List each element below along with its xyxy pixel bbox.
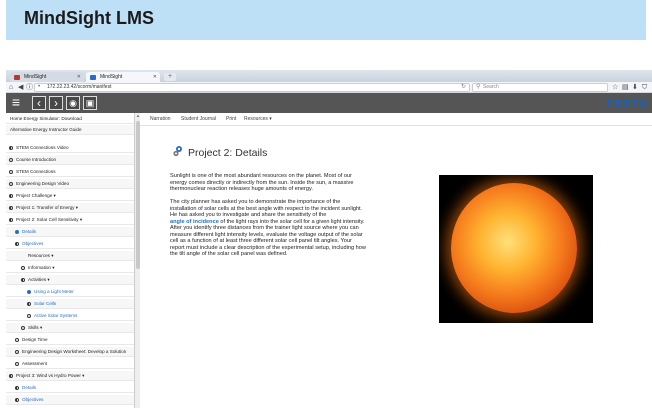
- brand-logo: FESTO: [606, 98, 648, 110]
- progress-icon: [21, 326, 25, 330]
- content-area: Narration Student Journal Print Resource…: [140, 113, 652, 408]
- sidebar-item-home-energy-download[interactable]: Home Energy Simulator: Download: [6, 114, 134, 124]
- chevron-right-icon[interactable]: ›: [49, 96, 63, 110]
- favicon-icon: [14, 75, 20, 80]
- back-icon[interactable]: ◀: [18, 83, 23, 92]
- search-field[interactable]: ⚲ Search: [472, 83, 608, 92]
- sidebar-item-instructor-guide[interactable]: Alternative Energy Instructor Guide: [6, 125, 134, 135]
- search-icon: ⚲: [476, 84, 481, 90]
- progress-icon: [21, 278, 25, 282]
- info-icon[interactable]: ⓘ: [26, 83, 33, 92]
- browser-tab-1[interactable]: MindSight ✕: [10, 72, 84, 82]
- sidebar-item-project-3[interactable]: Project 3: Wind vs Hydro Power ▾: [6, 371, 134, 381]
- progress-icon: [27, 302, 31, 306]
- favicon-icon: [90, 75, 96, 80]
- gears-icon: [173, 146, 182, 157]
- bookmarks-icon[interactable]: ▤: [622, 83, 629, 92]
- progress-icon: [27, 314, 31, 318]
- progress-icon: [9, 194, 13, 198]
- browser-nav-bar: ⌂ ◀ ⓘ • 172.22.23.42/scorm/manifest ↻ ⚲ …: [6, 82, 652, 93]
- progress-icon: [9, 218, 13, 222]
- sidebar-item-details[interactable]: Details: [6, 227, 134, 237]
- menu-narration[interactable]: Narration: [150, 116, 171, 122]
- intro-paragraph: Sunlight is one of the most abundant res…: [170, 173, 354, 192]
- header-banner: MindSight LMS: [6, 0, 646, 40]
- new-tab-button[interactable]: +: [164, 73, 176, 81]
- sidebar-item-design-time[interactable]: Design Time: [6, 335, 134, 345]
- task-paragraph: The city planner has asked you to demons…: [170, 199, 366, 257]
- angle-of-incidence-link[interactable]: angle of incidence: [170, 219, 219, 225]
- shield-icon[interactable]: ⛉: [642, 83, 647, 92]
- progress-icon: [21, 266, 25, 270]
- sidebar-item-objectives[interactable]: Objectives: [6, 239, 134, 249]
- menu-icon[interactable]: ≡: [9, 95, 23, 110]
- home-icon[interactable]: ⌂: [9, 83, 13, 92]
- site-info-icon: •: [38, 84, 41, 90]
- progress-icon: [15, 398, 19, 402]
- url-text: 172.22.23.42/scorm/manifest: [47, 84, 112, 90]
- sidebar-item-project-challenge[interactable]: Project Challenge ▾: [6, 191, 134, 201]
- address-bar[interactable]: • 172.22.23.42/scorm/manifest ↻: [34, 83, 470, 92]
- sun-graphic: [451, 183, 577, 313]
- menu-student-journal[interactable]: Student Journal: [181, 116, 216, 122]
- progress-icon: [9, 374, 13, 378]
- sidebar-item-course-intro[interactable]: Course Introduction: [6, 155, 134, 165]
- bookmark-star-icon[interactable]: ☆: [612, 83, 618, 92]
- progress-icon: [15, 230, 19, 234]
- sidebar-item-activities[interactable]: Activities ▾: [6, 275, 134, 285]
- reload-icon[interactable]: ↻: [461, 84, 466, 91]
- progress-icon: [15, 362, 19, 366]
- sidebar-item-design-worksheet[interactable]: Engineering Design Worksheet: Develop a …: [6, 347, 134, 357]
- tab-bar: MindSight ✕ MindSight ✕ +: [6, 70, 652, 82]
- sidebar-item-information[interactable]: Information ▾: [6, 263, 134, 273]
- sidebar-item-active-solar[interactable]: Active Solar Systems: [6, 311, 134, 321]
- browser-tab-label: MindSight: [100, 74, 123, 80]
- menu-print[interactable]: Print: [226, 116, 236, 122]
- save-icon[interactable]: ▣: [83, 96, 97, 110]
- sidebar-item-light-meter[interactable]: Using a Light Meter: [6, 287, 134, 297]
- sidebar-item-solar-cells[interactable]: Solar Cells: [6, 299, 134, 309]
- progress-icon: [9, 206, 13, 210]
- menu-resources[interactable]: Resources ▾: [244, 116, 272, 122]
- progress-icon: [15, 350, 19, 354]
- sidebar-item-engineering-video[interactable]: Engineering Design Video: [6, 179, 134, 189]
- app-title: MindSight LMS: [24, 8, 154, 28]
- progress-icon: [9, 170, 13, 174]
- content-menu-bar: Narration Student Journal Print Resource…: [140, 113, 652, 126]
- close-tab-icon[interactable]: ✕: [153, 72, 157, 82]
- progress-icon: [15, 338, 19, 342]
- sidebar-item-stem-video[interactable]: STEM Connections Video: [6, 143, 134, 153]
- progress-icon: [27, 290, 31, 294]
- sidebar-item-project-1[interactable]: Project 1: Transfer of Energy ▾: [6, 203, 134, 213]
- sidebar-item-objectives-p3[interactable]: Objectives: [6, 395, 134, 405]
- sidebar-item-details-p3[interactable]: Details: [6, 383, 134, 393]
- sun-image: [439, 175, 593, 323]
- progress-icon: [9, 182, 13, 186]
- chevron-left-icon[interactable]: ‹: [32, 96, 46, 110]
- browser-window: MindSight ✕ MindSight ✕ + ⌂ ◀ ⓘ • 172.22…: [6, 70, 652, 408]
- browser-tab-2[interactable]: MindSight ✕: [86, 72, 160, 82]
- search-placeholder: Search: [483, 84, 499, 90]
- progress-icon: [15, 242, 19, 246]
- sidebar-item-resources[interactable]: Resources ▾: [6, 251, 134, 261]
- progress-icon: [9, 146, 13, 150]
- close-tab-icon[interactable]: ✕: [77, 72, 81, 82]
- download-icon[interactable]: ⬇: [632, 83, 638, 92]
- page-title: Project 2: Details: [188, 147, 268, 159]
- course-nav-sidebar: Home Energy Simulator: Download Alternat…: [6, 113, 134, 408]
- lms-toolbar: ≡ ‹ › ◉ ▣ FESTO: [6, 93, 652, 113]
- browser-tab-label: MindSight: [24, 74, 47, 80]
- progress-icon: [15, 386, 19, 390]
- sidebar-item-assessment[interactable]: Assessment: [6, 359, 134, 369]
- chat-icon[interactable]: ◉: [66, 96, 80, 110]
- progress-icon: [9, 158, 13, 162]
- sidebar-item-stem-connections[interactable]: STEM Connections: [6, 167, 134, 177]
- sidebar-item-project-2[interactable]: Project 2: Solar Cell Sensitivity ▾: [6, 215, 134, 225]
- sidebar-item-skills[interactable]: Skills ▾: [6, 323, 134, 333]
